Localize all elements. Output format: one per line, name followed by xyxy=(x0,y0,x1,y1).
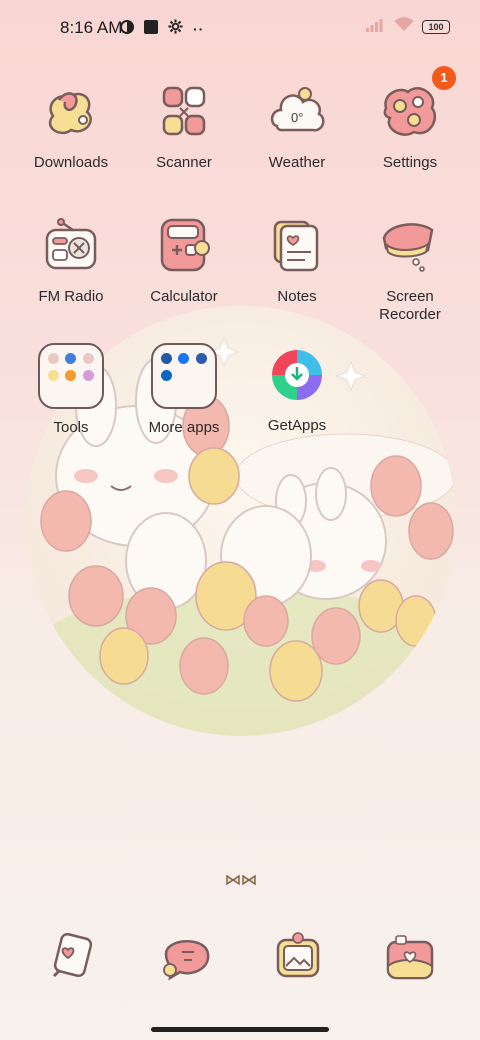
app-label: Screen Recorder xyxy=(379,288,441,323)
vpn-icon xyxy=(120,19,134,39)
folder-icon xyxy=(151,343,217,409)
app-fm-radio[interactable]: FM Radio xyxy=(15,214,127,306)
dock-phone[interactable] xyxy=(44,932,104,984)
app-label: Scanner xyxy=(156,154,212,171)
app-label: FM Radio xyxy=(38,288,104,305)
folder-app-icon xyxy=(195,353,207,365)
folder-app-icon xyxy=(161,353,173,365)
app-settings[interactable]: 1 Settings xyxy=(354,66,466,172)
bow-page-indicator-icon xyxy=(226,874,256,886)
app-label: Settings xyxy=(382,154,438,171)
scanner-icon xyxy=(152,80,216,144)
settings-notification-icon xyxy=(168,19,183,39)
folder-label: Tools xyxy=(53,419,89,436)
screen-recorder-icon xyxy=(378,214,442,278)
folder-app-icon xyxy=(178,353,190,365)
weather-icon: 0° xyxy=(265,80,329,144)
folder-app-icon xyxy=(65,370,77,382)
app-downloads[interactable]: Downloads xyxy=(15,80,127,172)
dock-camera[interactable] xyxy=(380,932,440,984)
getapps-icon xyxy=(265,343,329,407)
app-weather[interactable]: 0° Weather xyxy=(241,80,353,172)
downloads-icon xyxy=(39,80,103,144)
wifi-icon xyxy=(394,17,414,37)
notes-icon xyxy=(265,214,329,278)
dock-gallery[interactable] xyxy=(268,932,328,984)
status-bar: 8:16 AM ·· 100 xyxy=(0,0,480,56)
phone-icon xyxy=(52,932,93,978)
home-gesture-bar[interactable] xyxy=(151,1027,329,1032)
weather-temp: 0° xyxy=(291,110,303,125)
folder-app-icon xyxy=(82,370,94,382)
app-getapps[interactable]: GetApps xyxy=(241,343,353,435)
folder-app-icon xyxy=(48,353,60,365)
app-label: Weather xyxy=(268,154,326,171)
app-label: Downloads xyxy=(33,154,109,171)
app-scanner[interactable]: Scanner xyxy=(128,80,240,172)
folder-more-apps[interactable]: More apps xyxy=(128,343,240,437)
folder-tools[interactable]: Tools xyxy=(15,343,127,437)
gallery-icon xyxy=(276,932,320,978)
folder-app-icon xyxy=(82,353,94,365)
app-notification-icon xyxy=(144,19,158,39)
battery-indicator: 100 xyxy=(422,20,450,34)
calculator-icon xyxy=(152,214,216,278)
fm-radio-icon xyxy=(39,214,103,278)
folder-app-icon xyxy=(161,370,173,382)
folder-label: More apps xyxy=(148,419,220,436)
status-time: 8:16 AM xyxy=(60,18,123,37)
app-label: GetApps xyxy=(267,417,327,434)
app-label: Calculator xyxy=(150,288,218,305)
app-label: Notes xyxy=(277,288,317,305)
camera-icon xyxy=(386,935,434,980)
messages-icon xyxy=(163,940,210,981)
signal-icon xyxy=(366,18,386,37)
dock-messages[interactable] xyxy=(156,932,216,984)
notification-badge: 1 xyxy=(432,66,456,90)
app-calculator[interactable]: Calculator xyxy=(128,214,240,306)
settings-icon: 1 xyxy=(378,66,456,144)
app-screen-recorder[interactable]: Screen Recorder xyxy=(354,214,466,324)
folder-app-icon xyxy=(48,370,60,382)
folder-app-icon xyxy=(65,353,77,365)
app-notes[interactable]: Notes xyxy=(241,214,353,306)
folder-icon xyxy=(38,343,104,409)
more-notifications-icon: ·· xyxy=(193,21,205,37)
page-indicator[interactable] xyxy=(224,872,258,895)
